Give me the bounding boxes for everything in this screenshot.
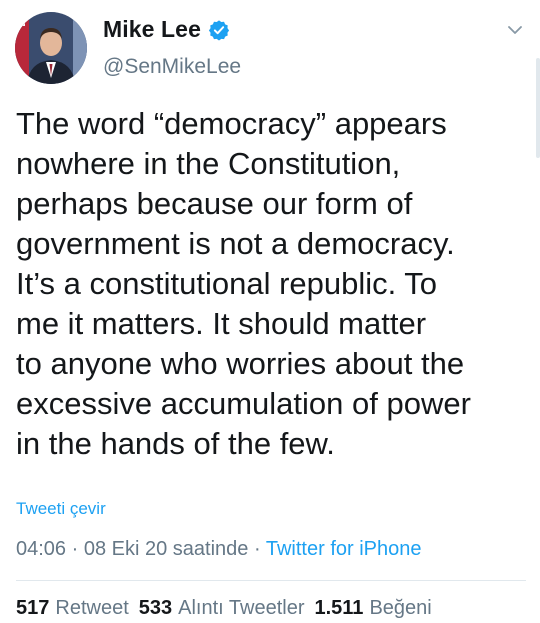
tweet-time[interactable]: 04:06 (16, 538, 66, 560)
divider (16, 580, 526, 581)
retweets-label: Retweet (55, 597, 129, 619)
name-row: Mike Lee (103, 16, 230, 43)
likes-count: 1.511 (314, 597, 364, 619)
quotes-label: Alıntı Tweetler (178, 597, 305, 619)
display-name[interactable]: Mike Lee (103, 16, 201, 43)
translate-tweet-link[interactable]: Tweeti çevir (16, 499, 106, 519)
chevron-down-icon[interactable] (505, 20, 525, 40)
retweets-count: 517 (16, 597, 50, 619)
likes-label: Beğeni (369, 597, 432, 619)
tweet-date[interactable]: 08 Eki 20 saatinde (84, 538, 249, 560)
verified-badge-icon (208, 19, 230, 41)
retweets-stat[interactable]: 517 Retweet (16, 597, 129, 620)
tweet-header: Mike Lee @SenMikeLee (0, 0, 540, 158)
tweet-source-link[interactable]: Twitter for iPhone (266, 538, 422, 560)
meta-separator: · (253, 538, 261, 560)
user-handle[interactable]: @SenMikeLee (103, 55, 241, 79)
tweet-text: The word “democracy” appears nowhere in … (16, 106, 471, 461)
likes-stat[interactable]: 1.511 Beğeni (314, 597, 431, 620)
scrollbar[interactable] (536, 58, 540, 158)
tweet-meta: 04:06 · 08 Eki 20 saatinde · Twitter for… (16, 538, 421, 561)
quotes-stat[interactable]: 533 Alıntı Tweetler (139, 597, 305, 620)
meta-separator: · (71, 538, 79, 560)
avatar[interactable] (15, 12, 87, 84)
avatar-image (15, 12, 87, 84)
tweet-stats: 517 Retweet 533 Alıntı Tweetler 1.511 Beğen… (16, 597, 432, 620)
quotes-count: 533 (138, 597, 173, 619)
